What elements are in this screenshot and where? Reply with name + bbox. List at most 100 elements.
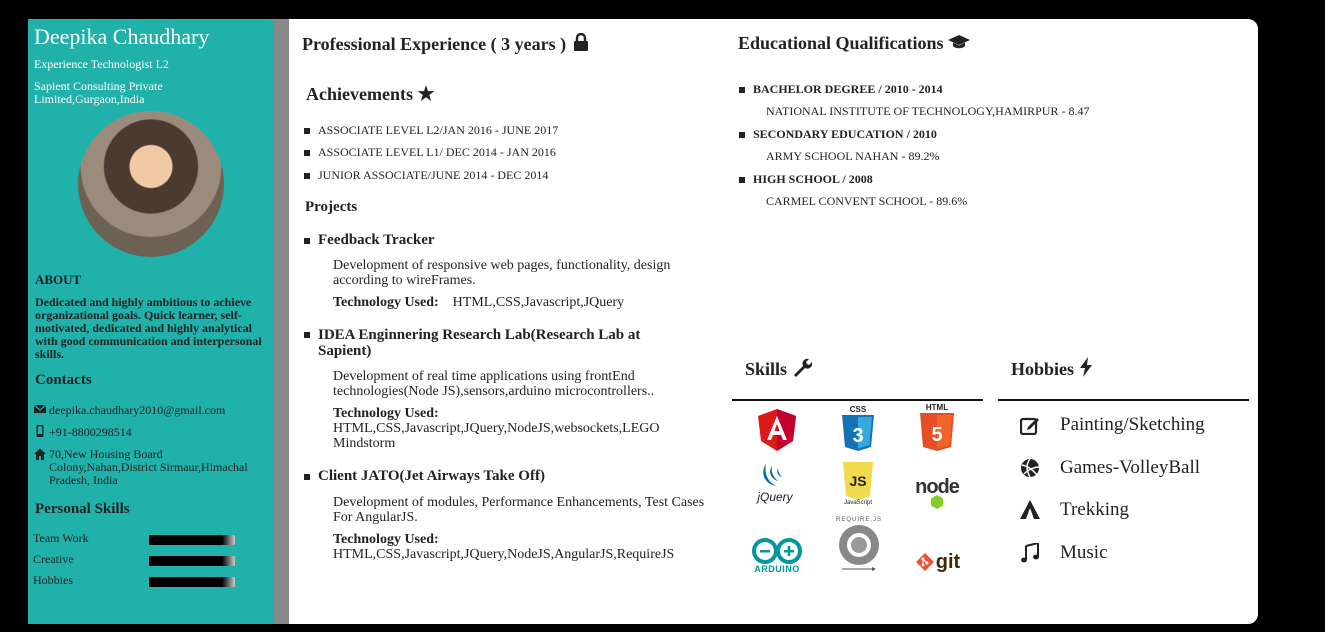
project-title-text: IDEA Enginnering Research Lab(Research L…: [318, 327, 641, 359]
sidebar: Deepika Chaudhary Experience Technologis…: [28, 19, 274, 624]
tent-icon: [1018, 498, 1042, 522]
achievements-heading-text: Achievements: [306, 84, 413, 104]
achievements-heading: Achievements ★: [306, 83, 435, 106]
skill-level-bar: [149, 577, 235, 587]
contact-phone[interactable]: +91-8800298514: [34, 425, 132, 440]
achievement-text: ASSOCIATE LEVEL L1/ DEC 2014 - JAN 2016: [318, 145, 556, 159]
graduation-cap-icon: [948, 35, 971, 49]
home-icon: [34, 448, 46, 460]
education-item-detail: CARMEL CONVENT SCHOOL - 89.6%: [766, 194, 968, 208]
hobby-item: Music: [1018, 541, 1108, 565]
requirejs-icon: REQUIRE.JS: [828, 513, 890, 575]
education-item-title: HIGH SCHOOL / 2008: [739, 172, 873, 187]
js-logo-text: JS: [849, 473, 866, 489]
envelope-icon: [34, 404, 46, 413]
tech-label: Technology Used:: [333, 295, 439, 310]
personal-skill-label: Team Work: [33, 531, 89, 545]
achievement-item: ASSOCIATE LEVEL L1/ DEC 2014 - JAN 2016: [304, 145, 556, 160]
education-item-title: BACHELOR DEGREE / 2010 - 2014: [739, 82, 943, 97]
contacts-heading: Contacts: [35, 372, 92, 388]
education-item-detail: NATIONAL INSTITUTE OF TECHNOLOGY,HAMIRPU…: [766, 104, 1090, 118]
contact-email[interactable]: deepika.chaudhary2010@gmail.com: [34, 403, 225, 418]
project-title-text: Client JATO(Jet Airways Take Off): [318, 468, 545, 484]
git-logo-text: git: [935, 550, 961, 573]
project-tech: Technology Used: HTML,CSS,Javascript,JQu…: [333, 406, 713, 451]
tech-value: HTML,CSS,Javascript,JQuery,NodeJS,websoc…: [333, 421, 660, 451]
hobby-label: Trekking: [1060, 499, 1129, 520]
personal-skills-heading: Personal Skills: [35, 501, 130, 517]
lock-icon: [573, 32, 588, 51]
hobby-item: Trekking: [1018, 498, 1129, 522]
skills-underline: [732, 399, 983, 401]
profile-name: Deepika Chaudhary: [34, 24, 210, 49]
resume-card: Deepika Chaudhary Experience Technologis…: [28, 19, 1258, 624]
achievement-item: ASSOCIATE LEVEL L2/JAN 2016 - JUNE 2017: [304, 123, 558, 138]
education-title-text: HIGH SCHOOL / 2008: [753, 172, 873, 186]
mobile-icon: [36, 425, 44, 437]
project-desc: Development of modules, Performance Enha…: [333, 495, 705, 525]
sidebar-divider: [274, 19, 289, 624]
jquery-icon: jQuery: [750, 457, 800, 509]
skill-level-bar: [149, 535, 235, 545]
contact-address-text: 70,New Housing Board Colony,Nahan,Distri…: [49, 447, 248, 487]
project-desc: Development of real time applications us…: [333, 369, 655, 399]
arduino-logo-text: ARDUINO: [754, 564, 800, 574]
hobbies-heading-text: Hobbies: [1011, 359, 1075, 379]
bolt-icon: [1079, 357, 1092, 377]
projects-heading: Projects: [305, 199, 358, 215]
skill-level-bar: [149, 556, 235, 566]
tech-value: HTML,CSS,Javascript,JQuery: [452, 295, 625, 310]
education-item-detail: ARMY SCHOOL NAHAN - 89.2%: [766, 149, 940, 163]
star-icon: ★: [417, 84, 435, 105]
skills-heading: Skills: [745, 357, 812, 380]
jquery-logo-text: jQuery: [757, 490, 793, 504]
hobby-label: Painting/Sketching: [1060, 414, 1205, 435]
music-icon: [1018, 541, 1042, 565]
hobby-label: Games-VolleyBall: [1060, 457, 1201, 478]
achievement-item: JUNIOR ASSOCIATE/JUNE 2014 - DEC 2014: [304, 168, 548, 183]
tech-label: Technology Used:: [333, 532, 439, 547]
javascript-logo-subtext: JavaScript: [843, 500, 872, 506]
project-title: Client JATO(Jet Airways Take Off): [304, 468, 545, 485]
project-title: Feedback Tracker: [304, 232, 435, 249]
contact-address: 70,New Housing Board Colony,Nahan,Distri…: [34, 448, 269, 487]
project-tech: Technology Used: HTML,CSS,Javascript,JQu…: [333, 295, 713, 310]
nodejs-icon: node: [908, 474, 966, 510]
personal-skill-label: Creative: [33, 552, 74, 566]
project-desc: Development of responsive web pages, fun…: [333, 258, 671, 288]
tech-label: Technology Used:: [333, 406, 439, 421]
personal-skill-row: Creative: [33, 552, 263, 567]
project-tech: Technology Used: HTML,CSS,Javascript,JQu…: [333, 532, 723, 562]
achievement-text: JUNIOR ASSOCIATE/JUNE 2014 - DEC 2014: [318, 168, 549, 182]
hobby-label: Music: [1060, 542, 1108, 563]
about-text: Dedicated and highly ambitious to achiev…: [35, 295, 262, 361]
contact-phone-text: +91-8800298514: [49, 425, 132, 439]
education-title-text: BACHELOR DEGREE / 2010 - 2014: [753, 82, 943, 96]
skills-heading-text: Skills: [745, 359, 788, 379]
wrench-icon: [793, 358, 812, 377]
edit-icon: [1018, 413, 1042, 437]
javascript-icon: JS JavaScript: [838, 459, 878, 509]
css-logo-text: CSS: [849, 405, 867, 414]
git-icon: git: [910, 547, 966, 577]
svg-text:5: 5: [931, 424, 942, 446]
personal-skill-row: Team Work: [33, 531, 263, 546]
hobbies-heading: Hobbies: [1011, 357, 1093, 380]
tech-value: HTML,CSS,Javascript,JQuery,NodeJS,Angula…: [333, 547, 675, 562]
project-title: IDEA Enginnering Research Lab(Research L…: [304, 327, 684, 359]
arduino-icon: ARDUINO: [746, 536, 808, 576]
education-heading-text: Educational Qualifications: [738, 33, 944, 53]
hobbies-underline: [998, 399, 1249, 401]
hobby-item: Painting/Sketching: [1018, 413, 1205, 437]
html5-icon: HTML 5: [918, 402, 956, 452]
profile-title: Experience Technologist L2: [34, 57, 169, 71]
project-title-text: Feedback Tracker: [318, 232, 435, 248]
personal-skill-label: Hobbies: [33, 573, 73, 587]
avatar: [78, 111, 224, 257]
angular-icon: [758, 409, 796, 451]
profile-company: Sapient Consulting Private Limited,Gurga…: [34, 79, 163, 106]
experience-heading: Professional Experience ( 3 years ): [302, 32, 589, 55]
volleyball-icon: [1018, 456, 1042, 480]
education-heading: Educational Qualifications: [738, 33, 971, 54]
experience-heading-text: Professional Experience ( 3 years ): [302, 34, 567, 54]
